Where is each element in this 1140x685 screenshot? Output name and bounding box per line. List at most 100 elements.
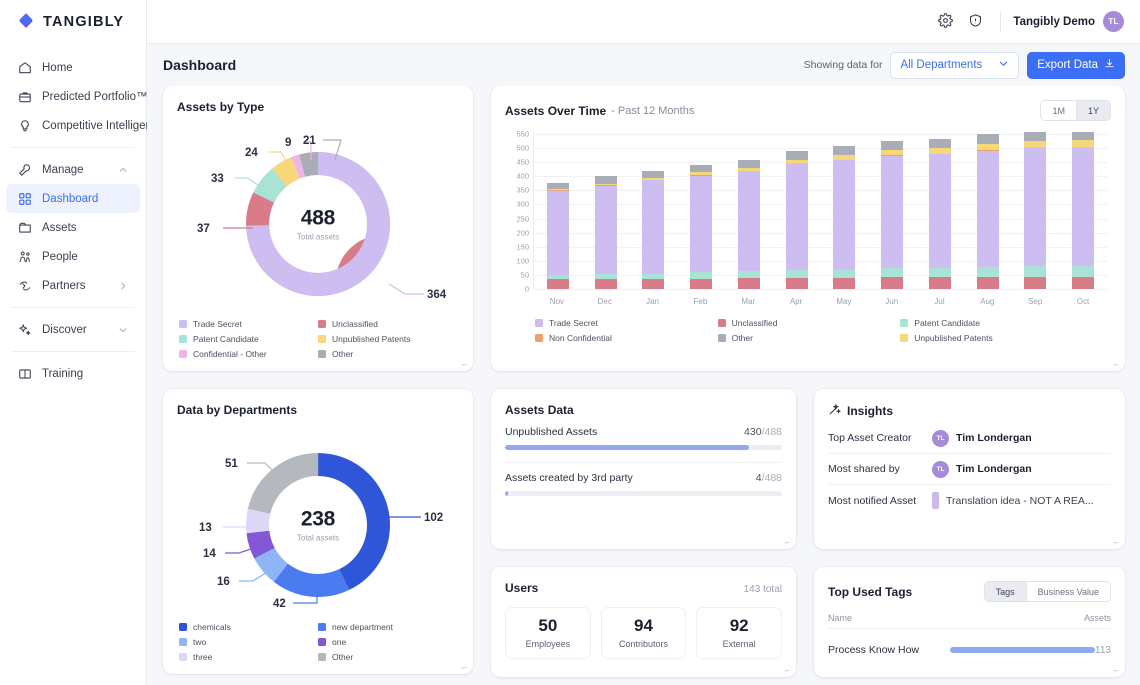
- bar-slot[interactable]: [964, 131, 1012, 289]
- svg-text:14: 14: [203, 548, 216, 560]
- legend-item[interactable]: two: [179, 634, 318, 649]
- stacked-bar[interactable]: [546, 183, 569, 289]
- legend-item[interactable]: Unpublished Patents: [318, 331, 457, 346]
- legend-item[interactable]: Other: [318, 649, 457, 664]
- grid-icon: [17, 191, 32, 206]
- stacked-bar[interactable]: [833, 146, 856, 289]
- department-dropdown[interactable]: All Departments: [890, 51, 1020, 79]
- insight-row[interactable]: Most shared by TL Tim Londergan: [828, 454, 1111, 485]
- bar-slot[interactable]: [1012, 131, 1060, 289]
- sidebar-item-competitive-intelligence[interactable]: Competitive Intelligence: [6, 111, 164, 140]
- legend-swatch: [318, 349, 326, 358]
- departments-donut[interactable]: 102 42 16 14 13 51 238 Total assets: [177, 419, 459, 619]
- sidebar-item-people[interactable]: People: [6, 242, 140, 271]
- brand-logo[interactable]: TANGIBLY: [0, 0, 146, 44]
- bar-slot[interactable]: [582, 131, 630, 289]
- tags-toggle-business-value[interactable]: Business Value: [1025, 582, 1110, 601]
- bar-slot[interactable]: [630, 131, 678, 289]
- resize-handle[interactable]: ⌐: [785, 667, 792, 675]
- insight-row[interactable]: Most notified Asset Translation idea - N…: [828, 485, 1111, 516]
- stacked-bar[interactable]: [976, 134, 999, 289]
- sidebar-item-manage[interactable]: Manage: [6, 155, 140, 184]
- resize-handle[interactable]: ⌐: [785, 539, 792, 547]
- legend-item[interactable]: Other: [717, 330, 901, 345]
- range-option-1y[interactable]: 1Y: [1075, 101, 1110, 120]
- resize-handle[interactable]: ⌐: [1114, 667, 1121, 675]
- bar-slot[interactable]: [677, 131, 725, 289]
- sidebar-item-home[interactable]: Home: [6, 53, 140, 82]
- card-title: Insights: [847, 404, 894, 418]
- range-option-1m[interactable]: 1M: [1041, 101, 1076, 120]
- avatar[interactable]: TL: [1103, 11, 1124, 32]
- bar-slot[interactable]: [916, 131, 964, 289]
- settings-button[interactable]: [930, 7, 960, 37]
- bar-series-group: [534, 131, 1107, 289]
- sidebar-item-partners[interactable]: Partners: [6, 271, 140, 300]
- legend-item[interactable]: Non Confidential: [535, 330, 718, 345]
- bar-segment: [1072, 276, 1095, 289]
- legend-item[interactable]: new department: [318, 619, 457, 634]
- users-card: Users 143 total 50 Employees 94 Contribu…: [491, 567, 796, 677]
- sidebar-item-discover[interactable]: Discover: [6, 315, 140, 344]
- legend-item[interactable]: Unclassified: [318, 316, 457, 331]
- bar-slot[interactable]: [534, 131, 582, 289]
- legend-item[interactable]: three: [179, 649, 318, 664]
- assets-by-type-donut[interactable]: 364 37 33 24 9 21 488 Total assets: [177, 116, 459, 316]
- stacked-bar[interactable]: [690, 165, 713, 289]
- legend-item[interactable]: one: [318, 634, 457, 649]
- sidebar-item-dashboard[interactable]: Dashboard: [6, 184, 140, 213]
- stacked-bar[interactable]: [928, 138, 951, 289]
- bar-segment: [737, 278, 760, 289]
- bar-slot[interactable]: [821, 131, 869, 289]
- bar-slot[interactable]: [725, 131, 773, 289]
- stacked-bar[interactable]: [785, 151, 808, 289]
- bar-slot[interactable]: [1059, 131, 1107, 289]
- tag-bar-wrap: 113: [950, 645, 1111, 656]
- legend-item[interactable]: Unpublished Patents: [900, 330, 1083, 345]
- sidebar-item-assets[interactable]: Assets: [6, 213, 140, 242]
- stat-label: Employees: [525, 639, 571, 649]
- help-button[interactable]: [960, 7, 990, 37]
- tags-toggle-tags[interactable]: Tags: [984, 582, 1026, 601]
- legend-item[interactable]: Trade Secret: [179, 316, 318, 331]
- stacked-bar[interactable]: [1024, 131, 1047, 289]
- stacked-bar[interactable]: [1072, 131, 1095, 289]
- bottom-row: Users 143 total 50 Employees 94 Contribu…: [491, 567, 1125, 677]
- table-row[interactable]: Process Know How 113: [828, 629, 1111, 656]
- legend-label: Confidential - Other: [193, 348, 267, 359]
- legend-item[interactable]: Patent Candidate: [179, 331, 318, 346]
- legend-swatch: [179, 334, 187, 343]
- assets-over-time-chart[interactable]: 0 50 100 150 200 250 300 350 400 450 500…: [505, 129, 1111, 311]
- resize-handle[interactable]: ⌐: [1114, 539, 1121, 547]
- y-tick: 550: [516, 129, 529, 139]
- sidebar-item-training[interactable]: Training: [6, 359, 140, 388]
- row-label: Assets created by 3rd party: [505, 472, 633, 484]
- legend-item[interactable]: chemicals: [179, 619, 318, 634]
- sidebar-item-predicted-portfolio[interactable]: Predicted Portfolio™: [6, 82, 147, 111]
- resize-handle[interactable]: ⌐: [1114, 361, 1121, 369]
- legend-item[interactable]: Trade Secret: [535, 315, 718, 330]
- stacked-bar[interactable]: [737, 159, 760, 289]
- resize-handle[interactable]: ⌐: [462, 664, 469, 672]
- export-data-button[interactable]: Export Data: [1027, 51, 1125, 79]
- stat-external[interactable]: 92 External: [696, 607, 783, 659]
- stacked-bar[interactable]: [594, 176, 617, 289]
- legend-item[interactable]: Other: [318, 346, 457, 361]
- bar-slot[interactable]: [868, 131, 916, 289]
- bar-segment: [546, 279, 569, 289]
- legend-item[interactable]: Patent Candidate: [900, 315, 1083, 330]
- stat-contributors[interactable]: 94 Contributors: [600, 607, 687, 659]
- assets-data-card: Assets Data Unpublished Assets 430/488 A…: [491, 389, 796, 549]
- stacked-bar[interactable]: [881, 140, 904, 289]
- card-title: Assets by Type: [177, 100, 265, 114]
- assets-by-type-card: Assets by Type 364 37 33 24 9 21 488 Tot…: [163, 86, 473, 371]
- data-by-departments-card: Data by Departments 102 42 16 14 13 51 2…: [163, 389, 473, 674]
- stacked-bar[interactable]: [642, 170, 665, 289]
- top-divider: [1000, 11, 1002, 32]
- resize-handle[interactable]: ⌐: [462, 361, 469, 369]
- stat-employees[interactable]: 50 Employees: [505, 607, 591, 659]
- insight-row[interactable]: Top Asset Creator TL Tim Londergan: [828, 423, 1111, 454]
- legend-item[interactable]: Unclassified: [717, 315, 901, 330]
- bar-slot[interactable]: [773, 131, 821, 289]
- legend-item[interactable]: Confidential - Other: [179, 346, 318, 361]
